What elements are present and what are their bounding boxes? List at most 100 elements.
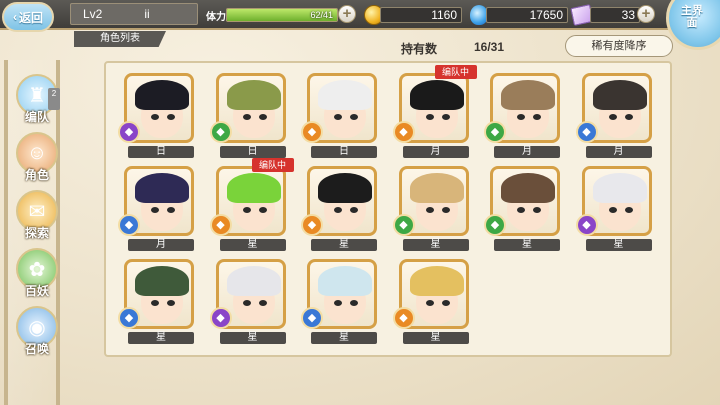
owned-count: 16/31 xyxy=(474,40,505,54)
character-eye xyxy=(425,114,434,120)
player-name: ii xyxy=(144,7,150,21)
element-icon: ◆ xyxy=(301,307,323,329)
character-hair xyxy=(135,266,189,296)
sidebar: ♜ 编队 2 ☺ 角色 ✉ 探索 ✿ 百妖 ◉ 召唤 xyxy=(4,60,60,405)
stamina-bar: 62/41 xyxy=(226,8,338,22)
sidebar-item-characters[interactable]: ☺ 角色 xyxy=(14,132,60,186)
in-team-tag: 编队中 xyxy=(434,65,477,79)
character-hair xyxy=(226,173,281,203)
sort-button[interactable]: 稀有度降序 xyxy=(565,35,673,57)
character-eye xyxy=(425,207,434,213)
character-eye xyxy=(258,207,267,213)
sidebar-item-label: 探索 xyxy=(24,226,49,240)
character-grid: ◆ 日 ◆ 日 ◆ 日 ◆ 编队中月 ◆ 月 ◆ 月 ◆ 月 ◆ 编队中星 ◆ 星 ◆ 星 ◆ 星 ◆ 星 ◆ 星 ◆ 星 ◆ 星 ◆ 星 xyxy=(104,61,672,357)
character-eye xyxy=(624,114,633,120)
character-name: 星 xyxy=(494,239,560,251)
character-hair xyxy=(318,266,372,296)
character-card[interactable]: ◆ 日 xyxy=(118,73,196,163)
character-name: 星 xyxy=(128,332,194,344)
character-card[interactable]: ◆ 日 xyxy=(209,73,288,163)
character-name: 星 xyxy=(219,239,286,251)
character-card[interactable]: ◆ 星 xyxy=(118,259,196,349)
element-icon: ◆ xyxy=(301,121,323,143)
add-stamina-button[interactable]: + xyxy=(338,5,356,23)
character-eye xyxy=(624,207,633,213)
element-icon: ◆ xyxy=(392,214,415,236)
character-name: 日 xyxy=(311,146,377,158)
sidebar-item-summon[interactable]: ◉ 召唤 xyxy=(14,306,60,360)
character-eye xyxy=(334,114,342,120)
character-hair xyxy=(409,173,464,203)
character-card[interactable]: ◆ 星 xyxy=(301,259,379,349)
character-eye xyxy=(258,114,267,120)
character-hair xyxy=(318,80,372,110)
character-eye xyxy=(258,300,267,306)
character-hair xyxy=(501,173,555,203)
tab-character-list: 角色列表 xyxy=(74,31,166,47)
player-info: Lv2 ii xyxy=(70,3,198,25)
character-card[interactable]: ◆ 星 xyxy=(392,166,471,256)
character-card[interactable]: ◆ 星 xyxy=(484,166,562,256)
character-name: 月 xyxy=(585,146,652,158)
character-eye xyxy=(350,300,358,306)
character-card[interactable]: ◆ 月 xyxy=(118,166,196,256)
element-icon: ◆ xyxy=(484,121,506,143)
element-icon: ◆ xyxy=(118,121,140,143)
main-screen-label: 主界面 xyxy=(681,5,703,29)
character-hair xyxy=(409,266,464,296)
character-eye xyxy=(517,207,525,213)
ticket-value: 33 xyxy=(590,7,640,23)
character-eye xyxy=(242,300,251,306)
character-hair xyxy=(592,173,647,203)
character-hair xyxy=(409,80,464,110)
character-name: 月 xyxy=(128,239,194,251)
character-eye xyxy=(167,114,175,120)
element-icon: ◆ xyxy=(118,307,140,329)
character-hair xyxy=(226,266,281,296)
character-hair xyxy=(135,173,189,203)
sidebar-item-formation[interactable]: ♜ 编队 2 xyxy=(14,74,60,128)
character-eye xyxy=(242,114,251,120)
character-eye xyxy=(608,114,617,120)
character-name: 日 xyxy=(219,146,286,158)
character-card[interactable]: ◆ 编队中月 xyxy=(392,65,477,163)
character-eye xyxy=(167,207,175,213)
character-card[interactable]: ◆ 星 xyxy=(301,166,379,256)
stamina-value: 62/41 xyxy=(310,10,333,20)
character-eye xyxy=(167,300,175,306)
sidebar-item-explore[interactable]: ✉ 探索 xyxy=(14,190,60,244)
character-name: 星 xyxy=(311,239,377,251)
sidebar-item-bestiary[interactable]: ✿ 百妖 xyxy=(14,248,60,302)
element-icon: ◆ xyxy=(209,121,232,143)
character-eye xyxy=(334,300,342,306)
character-eye xyxy=(242,207,251,213)
back-label: 返回 xyxy=(18,10,43,25)
add-ticket-button[interactable]: + xyxy=(637,5,655,23)
character-card[interactable]: ◆ 星 xyxy=(209,259,288,349)
character-eye xyxy=(517,114,525,120)
character-eye xyxy=(533,207,541,213)
character-eye xyxy=(533,114,541,120)
character-eye xyxy=(350,207,358,213)
owned-label: 持有数 xyxy=(401,42,438,56)
character-card[interactable]: ◆ 月 xyxy=(575,73,654,163)
back-button[interactable]: ‹ 返回 xyxy=(2,2,54,32)
sidebar-item-label: 召唤 xyxy=(24,342,49,356)
character-card[interactable]: ◆ 日 xyxy=(301,73,379,163)
character-card[interactable]: ◆ 星 xyxy=(392,259,471,349)
character-eye xyxy=(151,114,159,120)
chevron-left-icon: ‹ xyxy=(12,10,17,24)
character-eye xyxy=(334,207,342,213)
element-icon: ◆ xyxy=(209,307,232,329)
character-card[interactable]: ◆ 星 xyxy=(575,166,654,256)
formation-badge: 2 xyxy=(48,88,60,110)
character-card[interactable]: ◆ 月 xyxy=(484,73,562,163)
character-card[interactable]: ◆ 编队中星 xyxy=(209,158,294,256)
character-name: 星 xyxy=(311,332,377,344)
gold-value: 1160 xyxy=(380,7,462,23)
character-name: 星 xyxy=(219,332,286,344)
element-icon: ◆ xyxy=(575,214,598,236)
sidebar-item-label: 百妖 xyxy=(24,284,49,298)
gem-value: 17650 xyxy=(486,7,568,23)
in-team-tag: 编队中 xyxy=(251,158,294,172)
